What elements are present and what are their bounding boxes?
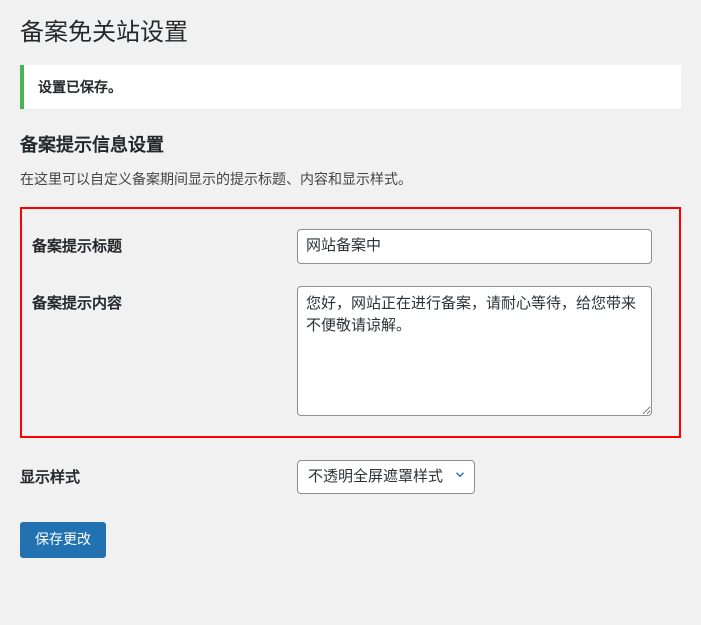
notice-message: 设置已保存。 <box>38 77 667 97</box>
label-record-content: 备案提示内容 <box>32 286 297 313</box>
form-row-content: 备案提示内容 您好，网站正在进行备案，请耐心等待，给您带来不便敬请谅解。 <box>32 286 669 421</box>
record-content-textarea[interactable]: 您好，网站正在进行备案，请耐心等待，给您带来不便敬请谅解。 <box>297 286 652 416</box>
label-display-style: 显示样式 <box>20 460 297 487</box>
notice-success: 设置已保存。 <box>20 65 681 109</box>
display-style-select[interactable]: 不透明全屏遮罩样式 <box>297 460 475 495</box>
form-row-style: 显示样式 不透明全屏遮罩样式 <box>20 460 681 495</box>
save-button[interactable]: 保存更改 <box>20 522 106 558</box>
page-title: 备案免关站设置 <box>20 10 681 47</box>
section-title: 备案提示信息设置 <box>20 131 681 157</box>
form-row-title: 备案提示标题 <box>32 229 669 264</box>
record-title-input[interactable] <box>297 229 652 264</box>
highlight-box: 备案提示标题 备案提示内容 您好，网站正在进行备案，请耐心等待，给您带来不便敬请… <box>20 207 681 438</box>
section-description: 在这里可以自定义备案期间显示的提示标题、内容和显示样式。 <box>20 169 681 189</box>
label-record-title: 备案提示标题 <box>32 229 297 256</box>
